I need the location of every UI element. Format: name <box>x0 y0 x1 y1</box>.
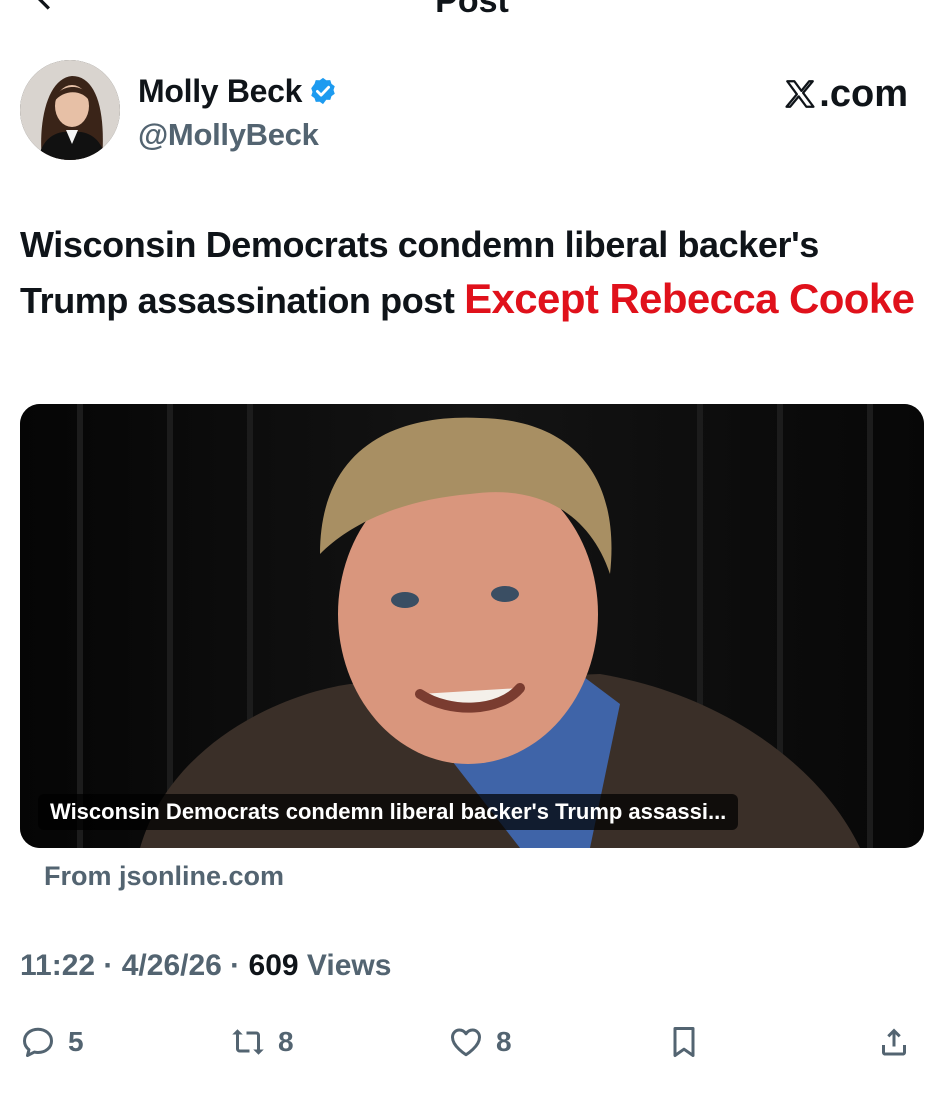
link-card-image <box>20 404 924 848</box>
x-logo-icon <box>785 80 815 108</box>
avatar[interactable] <box>20 60 120 160</box>
avatar-image <box>20 60 120 160</box>
top-bar: Post <box>0 0 944 20</box>
like-count: 8 <box>496 1026 512 1057</box>
more-dots-icon[interactable] <box>854 0 898 6</box>
brand-watermark: .com <box>783 74 908 114</box>
user-handle[interactable]: @MollyBeck <box>138 116 319 154</box>
post-time: 11:22 <box>20 949 96 982</box>
link-card-source[interactable]: From jsonline.com <box>44 858 284 894</box>
heart-icon <box>451 1028 481 1057</box>
link-card[interactable]: Wisconsin Democrats condemn liberal back… <box>20 404 924 848</box>
post-date[interactable]: 4/26/26 <box>122 949 222 982</box>
bookmark-icon <box>673 1027 695 1057</box>
meta-separator: · <box>221 949 249 982</box>
reply-icon <box>23 1027 53 1057</box>
reply-button[interactable]: 5 <box>20 1020 84 1064</box>
name-row[interactable]: Molly Beck <box>138 72 338 110</box>
views-label: Views <box>298 949 392 982</box>
share-icon <box>882 1028 906 1056</box>
post-highlight: Except Rebecca Cooke <box>464 275 915 322</box>
display-name[interactable]: Molly Beck <box>138 72 302 110</box>
page-title: Post <box>435 0 509 20</box>
link-card-caption: Wisconsin Democrats condemn liberal back… <box>38 794 739 830</box>
post-text: Wisconsin Democrats condemn liberal back… <box>20 218 920 328</box>
like-button[interactable]: 8 <box>448 1020 512 1064</box>
views-count: 609 <box>248 949 299 982</box>
post-meta: 11:22 · 4/26/26 · 609 Views <box>20 946 391 986</box>
verified-badge-icon <box>311 77 335 105</box>
brand-text: .com <box>819 73 908 115</box>
share-button[interactable] <box>876 1020 912 1064</box>
repost-count: 8 <box>278 1026 294 1057</box>
repost-icon <box>232 1029 264 1055</box>
action-bar: 5 8 8 <box>20 1020 924 1064</box>
reply-count: 5 <box>68 1026 84 1057</box>
bookmark-button[interactable] <box>666 1020 702 1064</box>
repost-button[interactable]: 8 <box>230 1020 294 1064</box>
meta-separator: · <box>95 949 122 982</box>
